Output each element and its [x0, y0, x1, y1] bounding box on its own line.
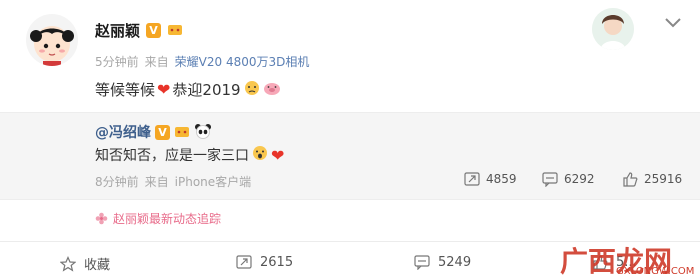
post-source-link[interactable]: 荣耀V20 4800万3D相机: [175, 53, 310, 70]
repost-comment-stat[interactable]: 6292: [542, 171, 595, 187]
comment-icon: [414, 255, 430, 270]
chevron-down-icon[interactable]: [664, 16, 682, 30]
repost-share-count: 4859: [486, 172, 517, 186]
crown-emoji-icon: [167, 22, 183, 39]
repost-time: 8分钟前: [95, 175, 139, 189]
repost-share-stat[interactable]: 4859: [464, 171, 517, 187]
shocked-emoji-icon: [251, 145, 269, 165]
topic-tracking-link[interactable]: 赵丽颖最新动态追踪: [95, 210, 221, 227]
repost-source-prefix: 来自: [144, 175, 169, 189]
post-text-part1: 等候等候: [95, 81, 156, 99]
repost-text: 知否知否，应是一家三口: [95, 148, 249, 164]
verified-v-icon: V: [146, 23, 162, 38]
author-name[interactable]: 赵丽颖: [95, 20, 140, 41]
topic-text: 赵丽颖最新动态追踪: [113, 212, 222, 226]
repost-body: 知否知否，应是一家三口 ❤: [95, 145, 284, 165]
site-watermark-url: GXLONGW.COM: [616, 266, 695, 277]
repost-author-row: @冯绍峰 V: [95, 122, 212, 142]
comment-button[interactable]: 5249: [414, 254, 471, 270]
panda-emoji-icon: [194, 123, 212, 142]
heart-icon: ❤: [157, 80, 171, 99]
crying-emoji-icon: [243, 80, 261, 100]
post-source-prefix: 来自: [144, 55, 169, 69]
repost-author-link[interactable]: @冯绍峰: [95, 122, 151, 142]
repost-source[interactable]: iPhone客户端: [175, 173, 252, 190]
crown-emoji-icon: [174, 124, 190, 141]
repost-meta: 8分钟前 来自 iPhone客户端: [95, 173, 251, 190]
repost-button[interactable]: 2615: [236, 254, 293, 270]
pig-emoji-icon: [263, 80, 281, 100]
favorite-label: 收藏: [84, 258, 111, 273]
share-icon: [236, 255, 252, 269]
verified-v-icon: V: [155, 124, 170, 140]
author-row: 赵丽颖 V: [95, 20, 183, 41]
post-time: 5分钟前: [95, 55, 139, 69]
repost-like-count: 25916: [644, 172, 683, 186]
avatar-cartoon-girl-icon: [30, 26, 74, 66]
post-meta: 5分钟前 来自 荣耀V20 4800万3D相机: [95, 53, 309, 70]
post-text-part2: 恭迎2019: [172, 81, 241, 99]
profile-thumbnail[interactable]: [592, 8, 634, 50]
comment-icon: [542, 172, 558, 187]
repost-count: 2615: [260, 254, 294, 270]
flower-icon: [95, 212, 108, 225]
comment-count: 5249: [438, 254, 472, 270]
post-body: 等候等候 ❤ 恭迎2019: [95, 79, 281, 100]
heart-icon: ❤: [271, 145, 285, 165]
author-avatar[interactable]: [26, 14, 78, 66]
star-icon: [60, 255, 76, 272]
favorite-button[interactable]: 收藏: [60, 254, 110, 273]
share-icon: [464, 172, 480, 186]
repost-comment-count: 6292: [564, 172, 595, 186]
repost-like-stat[interactable]: 25916: [622, 171, 682, 187]
thumbs-up-icon: [623, 172, 638, 187]
